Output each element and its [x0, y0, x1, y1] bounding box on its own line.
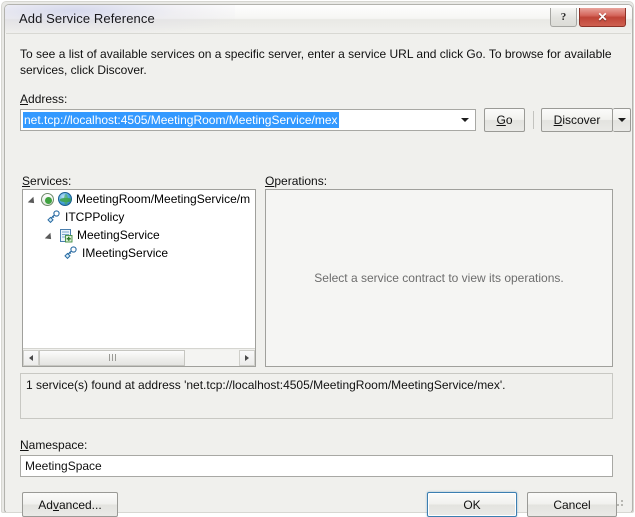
discover-button[interactable]: Discover	[541, 108, 613, 132]
grip-icon	[108, 354, 116, 361]
expander-icon[interactable]	[46, 230, 57, 241]
help-icon[interactable]: ?	[550, 8, 577, 27]
scroll-right-icon[interactable]	[239, 349, 255, 366]
tree-node-label: MeetingRoom/MeetingService/m	[76, 192, 251, 206]
services-tree-panel[interactable]: MeetingRoom/MeetingService/m ITCPPolicy	[22, 189, 256, 367]
toolbar-separator	[533, 111, 534, 129]
service-icon	[58, 228, 73, 243]
go-button-label: Go	[496, 113, 513, 127]
tree-node-imeetingservice[interactable]: IMeetingService	[23, 244, 255, 262]
tree-node-label: MeetingService	[77, 228, 160, 242]
operations-label: Operations:	[265, 174, 328, 188]
services-label: Services:	[22, 174, 72, 188]
ok-button[interactable]: OK	[427, 492, 517, 517]
dialog-body: To see a list of available services on a…	[6, 33, 631, 517]
scrollbar-track[interactable]	[39, 349, 239, 366]
tree-node-itcppolicy[interactable]: ITCPPolicy	[23, 208, 255, 226]
discover-button-label: Discover	[553, 113, 601, 127]
address-input[interactable]: net.tcp://localhost:4505/MeetingRoom/Mee…	[20, 109, 476, 131]
address-value[interactable]: net.tcp://localhost:4505/MeetingRoom/Mee…	[23, 112, 339, 128]
advanced-button[interactable]: Advanced...	[22, 492, 118, 517]
chevron-down-icon[interactable]	[456, 112, 473, 128]
scrollbar-thumb[interactable]	[39, 349, 185, 366]
discover-dropdown-icon[interactable]	[613, 108, 631, 132]
operations-placeholder: Select a service contract to view its op…	[314, 271, 564, 285]
tree-node-label: IMeetingService	[82, 246, 169, 260]
tree-node-label: ITCPPolicy	[65, 210, 125, 224]
intro-text: To see a list of available services on a…	[20, 47, 612, 77]
go-button[interactable]: Go	[484, 108, 525, 132]
dialog-window: Add Service Reference ? ✕ To see a list …	[0, 0, 635, 517]
titlebar-button-group: ? ✕	[550, 8, 626, 27]
expander-icon[interactable]	[29, 194, 40, 205]
tree-horizontal-scrollbar[interactable]	[23, 348, 255, 366]
operations-panel[interactable]: Select a service contract to view its op…	[265, 189, 613, 367]
scroll-left-icon[interactable]	[23, 349, 39, 366]
window-title: Add Service Reference	[19, 11, 155, 26]
title-bar[interactable]: Add Service Reference ? ✕	[5, 5, 632, 33]
tree-node-meetingroom-root[interactable]: MeetingRoom/MeetingService/m	[23, 190, 255, 208]
address-label: Address:	[20, 92, 68, 106]
status-message: 1 service(s) found at address 'net.tcp:/…	[20, 373, 613, 419]
interface-icon	[46, 210, 61, 224]
endpoint-icon	[41, 192, 54, 206]
cancel-button[interactable]: Cancel	[527, 492, 617, 517]
globe-icon	[58, 192, 72, 206]
close-icon[interactable]: ✕	[579, 8, 626, 27]
namespace-label: Namespace:	[20, 438, 88, 452]
tree-node-meetingservice[interactable]: MeetingService	[23, 226, 255, 244]
resize-grip[interactable]	[613, 496, 625, 508]
advanced-button-label: Advanced...	[38, 497, 102, 512]
services-tree[interactable]: MeetingRoom/MeetingService/m ITCPPolicy	[23, 190, 255, 350]
namespace-input[interactable]: MeetingSpace	[20, 455, 613, 477]
interface-icon	[63, 246, 78, 260]
